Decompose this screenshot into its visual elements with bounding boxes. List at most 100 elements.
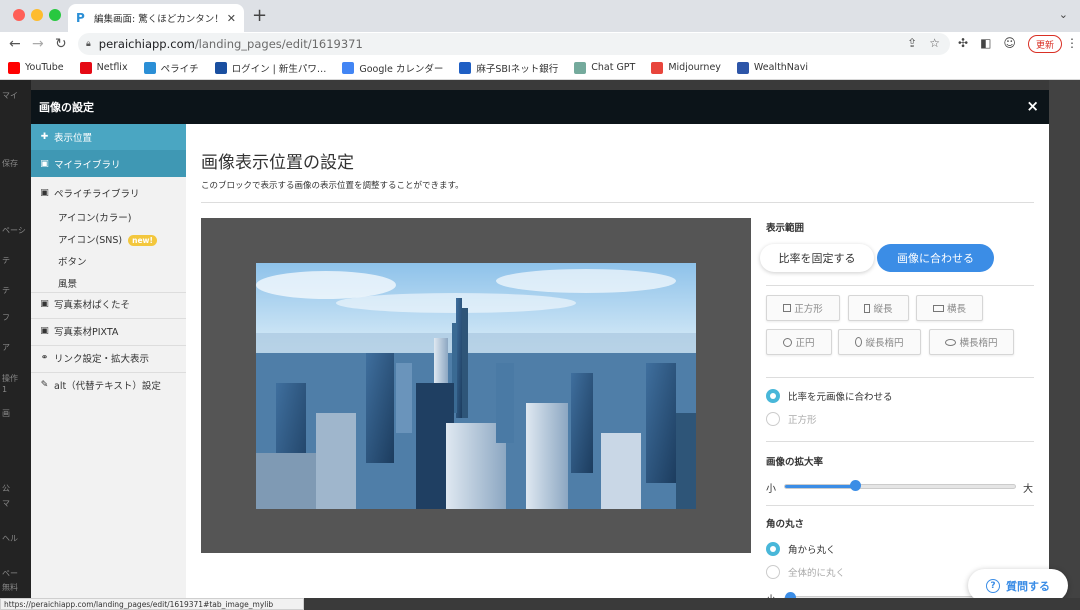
chatgpt-icon bbox=[574, 61, 587, 74]
minimize-window-button[interactable] bbox=[31, 9, 43, 21]
ratio-square-option[interactable]: 正方形 bbox=[766, 412, 817, 426]
page-description: このブロックで表示する画像の表示位置を調整することができます。 bbox=[201, 181, 464, 191]
sidebar-item-link-settings[interactable]: ⚭ リンク設定・拡大表示 bbox=[31, 349, 186, 367]
bookmark-item[interactable]: YouTube bbox=[8, 61, 64, 74]
radio-selected[interactable] bbox=[766, 542, 780, 556]
bookmark-label: Midjourney bbox=[668, 62, 721, 73]
shape-circle-button[interactable]: 正円 bbox=[766, 329, 832, 355]
sidebar-item-label: ペライチライブラリ bbox=[54, 189, 140, 200]
radio-selected[interactable] bbox=[766, 389, 780, 403]
plus-icon: ✚ bbox=[40, 132, 49, 142]
zoom-slider-thumb[interactable] bbox=[849, 480, 861, 491]
lock-icon: 🔒︎ bbox=[86, 39, 91, 49]
tab-search-chevron-icon[interactable]: ⌄ bbox=[1059, 8, 1068, 21]
sidebar-subitem-label: アイコン(SNS) bbox=[58, 235, 123, 246]
sidebar-item-label: マイライブラリ bbox=[54, 159, 121, 171]
city-skyline-image[interactable] bbox=[256, 263, 696, 509]
forward-arrow-icon[interactable]: → bbox=[32, 36, 44, 52]
question-icon: ? bbox=[986, 578, 1000, 593]
vertical-ellipse-icon bbox=[855, 337, 863, 347]
sidebar-item-peraichi-library[interactable]: ▣ ペライチライブラリ bbox=[31, 184, 186, 202]
shape-label: 正方形 bbox=[794, 304, 823, 315]
browser-tab[interactable]: P 編集画面: 驚くほどカンタン！無料 ✕ bbox=[68, 4, 244, 32]
sidebar-item-my-library[interactable]: ▣ マイライブラリ bbox=[31, 150, 186, 177]
corner-from-edge-option[interactable]: 角から丸く bbox=[766, 542, 836, 556]
sidebar-item-pakutaso[interactable]: ▣ 写真素材ぱくたそ bbox=[31, 295, 186, 313]
sidebar-subitem-icon-color[interactable]: アイコン(カラー) bbox=[58, 210, 131, 224]
bookmark-item[interactable]: Netflix bbox=[79, 61, 128, 74]
bookmark-label: Chat GPT bbox=[591, 62, 636, 73]
sidebar-subitem-scenery[interactable]: 風景 bbox=[58, 276, 77, 290]
divider bbox=[766, 441, 1034, 442]
bookmark-item[interactable]: Midjourney bbox=[651, 61, 721, 74]
shape-portrait-button[interactable]: 縦長 bbox=[848, 295, 909, 321]
image-icon: ▣ bbox=[40, 188, 49, 198]
bookmark-star-icon[interactable]: ☆ bbox=[929, 36, 940, 50]
shape-square-button[interactable]: 正方形 bbox=[766, 295, 840, 321]
zoom-slider[interactable] bbox=[784, 480, 1016, 491]
close-icon[interactable]: × bbox=[1026, 97, 1039, 115]
bookmark-item[interactable]: Google カレンダー bbox=[342, 61, 443, 75]
more-menu-icon[interactable]: ⋮ bbox=[1066, 36, 1078, 50]
bookmark-item[interactable]: WealthNavi bbox=[736, 61, 808, 74]
background-page-bottom bbox=[304, 598, 1080, 610]
modal-main: 画像表示位置の設定 このブロックで表示する画像の表示位置を調整することができます… bbox=[186, 124, 1049, 606]
tab-close-icon[interactable]: ✕ bbox=[227, 12, 236, 25]
bookmark-item[interactable]: 麻子SBIネット銀行 bbox=[459, 61, 558, 75]
fit-image-button[interactable]: 画像に合わせる bbox=[877, 244, 994, 272]
shape-landscape-button[interactable]: 横長 bbox=[916, 295, 983, 321]
bookmark-label: 麻子SBIネット銀行 bbox=[476, 63, 559, 75]
circle-icon bbox=[783, 337, 793, 347]
shape-horizontal-ellipse-button[interactable]: 横長楕円 bbox=[929, 329, 1014, 355]
radio-unselected[interactable] bbox=[766, 412, 780, 426]
background-page-right-edge bbox=[1049, 80, 1080, 598]
profile-avatar-icon[interactable]: ☺ bbox=[1003, 36, 1016, 50]
sbi-icon bbox=[459, 61, 472, 74]
share-icon[interactable]: ⇪ bbox=[907, 36, 917, 50]
square-icon bbox=[783, 304, 792, 312]
url-host: peraichiapp.com bbox=[98, 37, 195, 51]
shape-vertical-ellipse-button[interactable]: 縦長楕円 bbox=[838, 329, 921, 355]
modal-header: 画像の設定 × bbox=[31, 90, 1049, 124]
browser-tab-bar: P 編集画面: 驚くほどカンタン！無料 ✕ + ⌄ bbox=[0, 0, 1080, 32]
bookmark-item[interactable]: ログイン | 新生パワ… bbox=[214, 61, 326, 75]
bookmark-label: ペライチ bbox=[160, 63, 199, 75]
background-nav-text: 操作 bbox=[2, 374, 18, 383]
sidebar-divider bbox=[31, 318, 186, 319]
ratio-original-option[interactable]: 比率を元画像に合わせる bbox=[766, 389, 893, 403]
radio-unselected[interactable] bbox=[766, 565, 780, 579]
close-window-button[interactable] bbox=[13, 9, 25, 21]
bookmark-item[interactable]: Chat GPT bbox=[574, 61, 636, 74]
back-arrow-icon[interactable]: ← bbox=[9, 36, 21, 52]
background-nav-text: ペー bbox=[2, 569, 18, 578]
corner-radius-label: 角の丸さ bbox=[766, 519, 805, 530]
bookmarks-bar: YouTube Netflix ペライチ ログイン | 新生パワ… Google カレン… bbox=[0, 56, 1080, 80]
address-bar[interactable]: 🔒︎ peraichiapp.com/landing_pages/edit/16… bbox=[78, 33, 950, 55]
corner-overall-option[interactable]: 全体的に丸く bbox=[766, 565, 845, 579]
image-icon: ▣ bbox=[40, 299, 49, 309]
fix-ratio-button[interactable]: 比率を固定する bbox=[760, 244, 874, 272]
sidebar-toggle-icon[interactable]: ◧ bbox=[980, 36, 991, 50]
peraichi-icon bbox=[143, 61, 156, 74]
landscape-rect-icon bbox=[932, 304, 944, 312]
image-preview-area bbox=[201, 218, 751, 553]
background-nav-text: フ bbox=[2, 313, 10, 322]
bookmark-label: WealthNavi bbox=[753, 62, 808, 73]
update-button[interactable]: 更新 bbox=[1028, 35, 1062, 53]
sidebar-item-pixta[interactable]: ▣ 写真素材PIXTA bbox=[31, 322, 186, 340]
sidebar-item-display-position[interactable]: ✚ 表示位置 bbox=[31, 124, 186, 150]
sidebar-item-label: 写真素材PIXTA bbox=[54, 327, 119, 338]
sidebar-divider bbox=[31, 372, 186, 373]
zoom-label: 画像の拡大率 bbox=[766, 457, 824, 468]
fullscreen-window-button[interactable] bbox=[49, 9, 61, 21]
sidebar-subitem-icon-sns[interactable]: アイコン(SNS) new! bbox=[58, 232, 157, 246]
bookmark-item[interactable]: ペライチ bbox=[143, 61, 199, 75]
sidebar-item-alt-text[interactable]: ✎ alt（代替テキスト）設定 bbox=[31, 376, 186, 394]
background-nav-text: 公 bbox=[2, 484, 10, 493]
extensions-puzzle-icon[interactable]: ✣ bbox=[958, 36, 968, 50]
reload-icon[interactable]: ↻ bbox=[55, 36, 67, 52]
zoom-min-label: 小 bbox=[766, 484, 776, 495]
new-tab-button[interactable]: + bbox=[252, 6, 267, 26]
sidebar-subitem-button[interactable]: ボタン bbox=[58, 254, 87, 268]
display-range-label: 表示範囲 bbox=[766, 223, 805, 234]
